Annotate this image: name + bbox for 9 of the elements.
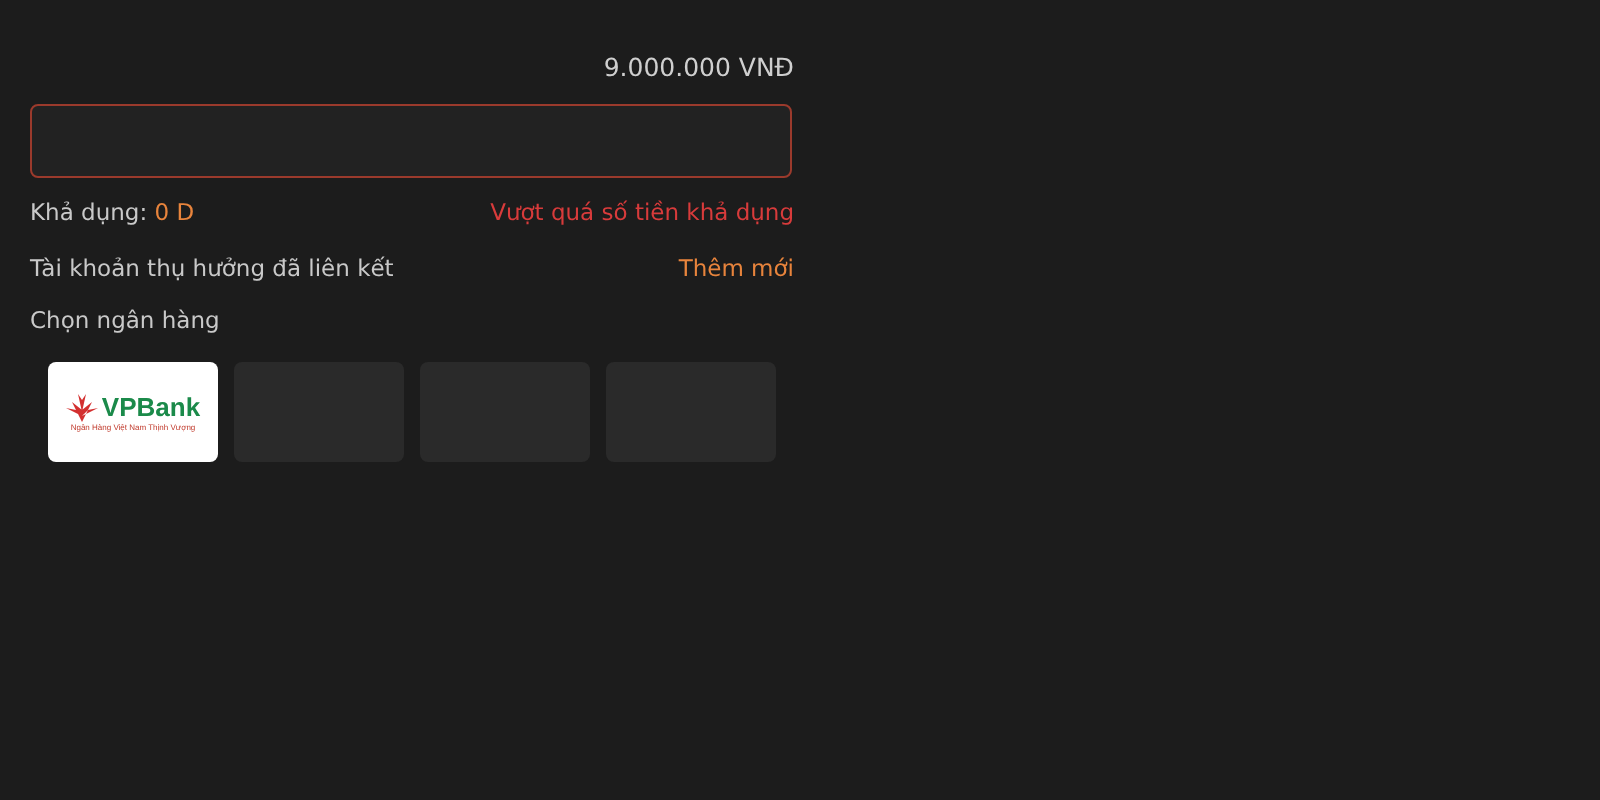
choose-bank-label: Chọn ngân hàng — [30, 306, 220, 334]
linked-accounts-label: Tài khoản thụ hưởng đã liên kết — [30, 254, 394, 282]
available-balance-text: Khả dụng: 0 D — [30, 198, 195, 226]
amount-input-field[interactable] — [30, 104, 792, 178]
error-message: Vượt quá số tiền khả dụng — [490, 198, 794, 226]
amount-text: 9.000.000 VNĐ — [603, 52, 794, 82]
add-new-link[interactable]: Thêm mới — [678, 254, 794, 282]
bank-name: VPBank — [101, 392, 201, 422]
leaf-logo-icon — [65, 393, 98, 421]
